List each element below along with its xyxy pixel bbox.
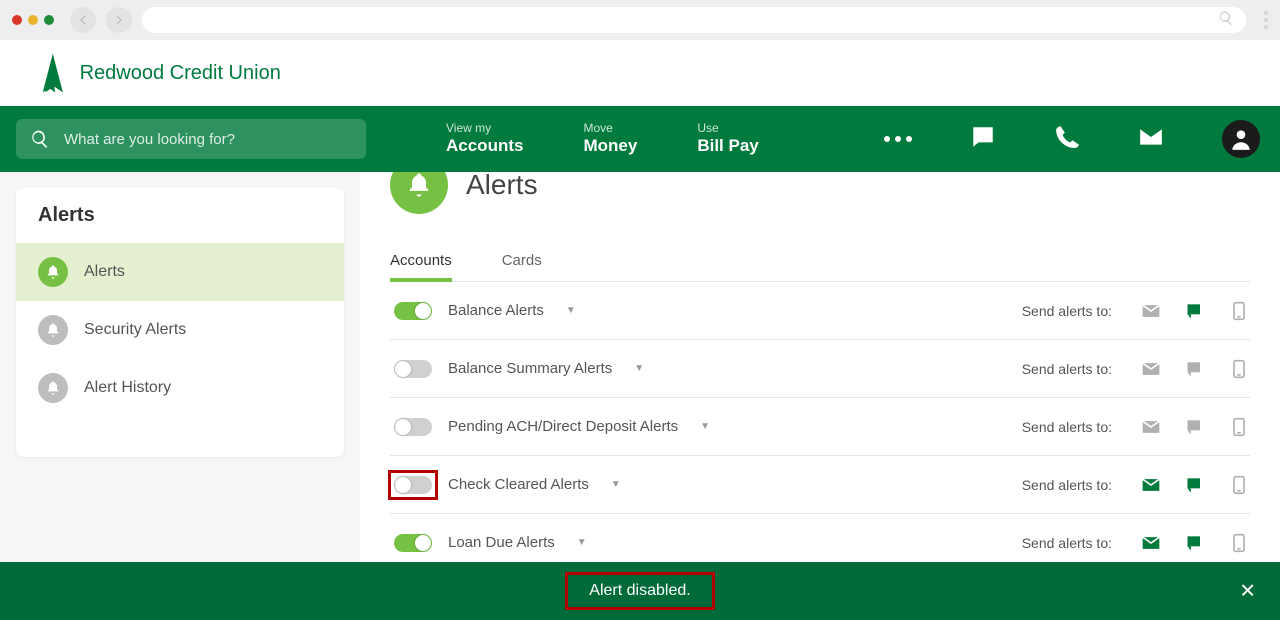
sidebar: Alerts Alerts Security Alerts Alert Histor… (0, 172, 360, 562)
alert-row: Balance Alerts ▼ Send alerts to: (390, 282, 1250, 340)
alert-row: Pending ACH/Direct Deposit Alerts ▼ Send… (390, 398, 1250, 456)
nav-billpay-big: Bill Pay (697, 136, 758, 155)
brand-header: Redwood Credit Union (0, 40, 1280, 106)
alert-name: Loan Due Alerts (448, 534, 555, 551)
channel-email-icon[interactable] (1140, 416, 1162, 438)
chat-icon[interactable] (970, 124, 996, 155)
sidebar-item-security-alerts[interactable]: Security Alerts (16, 301, 344, 359)
toast-close-button[interactable]: ✕ (1239, 579, 1256, 604)
maximize-window-icon[interactable] (44, 15, 54, 25)
nav-money[interactable]: Move Money (583, 122, 637, 156)
alert-row: Balance Summary Alerts ▼ Send alerts to: (390, 340, 1250, 398)
chevron-down-icon[interactable]: ▼ (700, 421, 710, 432)
nav-billpay-small: Use (697, 122, 758, 136)
mail-icon[interactable] (1138, 124, 1164, 155)
chevron-down-icon[interactable]: ▼ (634, 363, 644, 374)
chevron-down-icon[interactable]: ▼ (566, 305, 576, 316)
sidebar-item-alert-history[interactable]: Alert History (16, 359, 344, 417)
phone-icon[interactable] (1054, 124, 1080, 155)
page-header: Alerts (390, 172, 1250, 214)
send-to-label: Send alerts to: (1022, 477, 1112, 493)
site-search[interactable] (16, 119, 366, 159)
alert-name: Check Cleared Alerts (448, 476, 589, 493)
send-to-label: Send alerts to: (1022, 303, 1112, 319)
nav-money-small: Move (583, 122, 637, 136)
alert-toggle[interactable] (394, 418, 432, 436)
search-input[interactable] (62, 130, 352, 149)
alert-row: Check Cleared Alerts ▼ Send alerts to: (390, 456, 1250, 514)
profile-avatar[interactable] (1222, 120, 1260, 158)
nav-billpay[interactable]: Use Bill Pay (697, 122, 758, 156)
sidebar-item-alerts[interactable]: Alerts (16, 243, 344, 301)
main-panel: Alerts Accounts Cards Balance Alerts ▼ Se… (360, 172, 1280, 562)
alert-toggle[interactable] (394, 302, 432, 320)
close-window-icon[interactable] (12, 15, 22, 25)
alert-toggle[interactable] (394, 476, 432, 494)
tab-accounts[interactable]: Accounts (390, 242, 452, 281)
channel-email-icon[interactable] (1140, 474, 1162, 496)
send-to-label: Send alerts to: (1022, 535, 1112, 551)
chevron-down-icon[interactable]: ▼ (611, 479, 621, 490)
back-button[interactable] (70, 7, 96, 33)
channel-push-icon[interactable] (1184, 358, 1206, 380)
channel-sms-icon[interactable] (1228, 532, 1250, 554)
page-body: Alerts Alerts Security Alerts Alert Histor… (0, 172, 1280, 562)
channel-sms-icon[interactable] (1228, 358, 1250, 380)
send-to-label: Send alerts to: (1022, 361, 1112, 377)
channel-push-icon[interactable] (1184, 416, 1206, 438)
logo-icon (36, 52, 70, 94)
bell-icon (38, 257, 68, 287)
channel-email-icon[interactable] (1140, 300, 1162, 322)
alert-name: Pending ACH/Direct Deposit Alerts (448, 418, 678, 435)
alert-toggle[interactable] (394, 360, 432, 378)
channel-push-icon[interactable] (1184, 474, 1206, 496)
nav-accounts[interactable]: View my Accounts (446, 122, 523, 156)
brand-name: Redwood Credit Union (80, 62, 281, 85)
top-nav: View my Accounts Move Money Use Bill Pay (0, 106, 1280, 172)
channel-email-icon[interactable] (1140, 532, 1162, 554)
send-to-label: Send alerts to: (1022, 419, 1112, 435)
alert-toggle[interactable] (394, 534, 432, 552)
channel-email-icon[interactable] (1140, 358, 1162, 380)
sidebar-card: Alerts Alerts Security Alerts Alert Histor… (16, 188, 344, 457)
channel-sms-icon[interactable] (1228, 474, 1250, 496)
toast: Alert disabled. ✕ (0, 562, 1280, 620)
toast-message: Alert disabled. (567, 574, 712, 608)
channel-sms-icon[interactable] (1228, 416, 1250, 438)
bell-icon (38, 373, 68, 403)
sidebar-title: Alerts (16, 188, 344, 243)
alert-name: Balance Summary Alerts (448, 360, 612, 377)
tab-cards[interactable]: Cards (502, 242, 542, 281)
channel-push-icon[interactable] (1184, 532, 1206, 554)
bell-icon (38, 315, 68, 345)
browser-chrome (0, 0, 1280, 40)
channel-push-icon[interactable] (1184, 300, 1206, 322)
alert-row: Loan Due Alerts ▼ Send alerts to: (390, 514, 1250, 562)
url-bar[interactable] (142, 7, 1246, 33)
forward-button[interactable] (106, 7, 132, 33)
chevron-down-icon[interactable]: ▼ (577, 537, 587, 548)
sidebar-item-label: Security Alerts (84, 321, 186, 339)
tabs: Accounts Cards (390, 242, 1250, 282)
sidebar-item-label: Alert History (84, 379, 171, 397)
nav-accounts-small: View my (446, 122, 523, 136)
minimize-window-icon[interactable] (28, 15, 38, 25)
nav-money-big: Money (583, 136, 637, 155)
window-controls (12, 15, 54, 25)
page-title: Alerts (466, 172, 538, 201)
nav-accounts-big: Accounts (446, 136, 523, 155)
sidebar-item-label: Alerts (84, 263, 125, 281)
channel-sms-icon[interactable] (1228, 300, 1250, 322)
alert-name: Balance Alerts (448, 302, 544, 319)
search-icon (30, 129, 50, 149)
more-menu-icon[interactable] (884, 136, 912, 142)
browser-menu-icon[interactable] (1264, 11, 1268, 29)
page-header-icon (390, 172, 448, 214)
search-icon (1218, 10, 1234, 31)
